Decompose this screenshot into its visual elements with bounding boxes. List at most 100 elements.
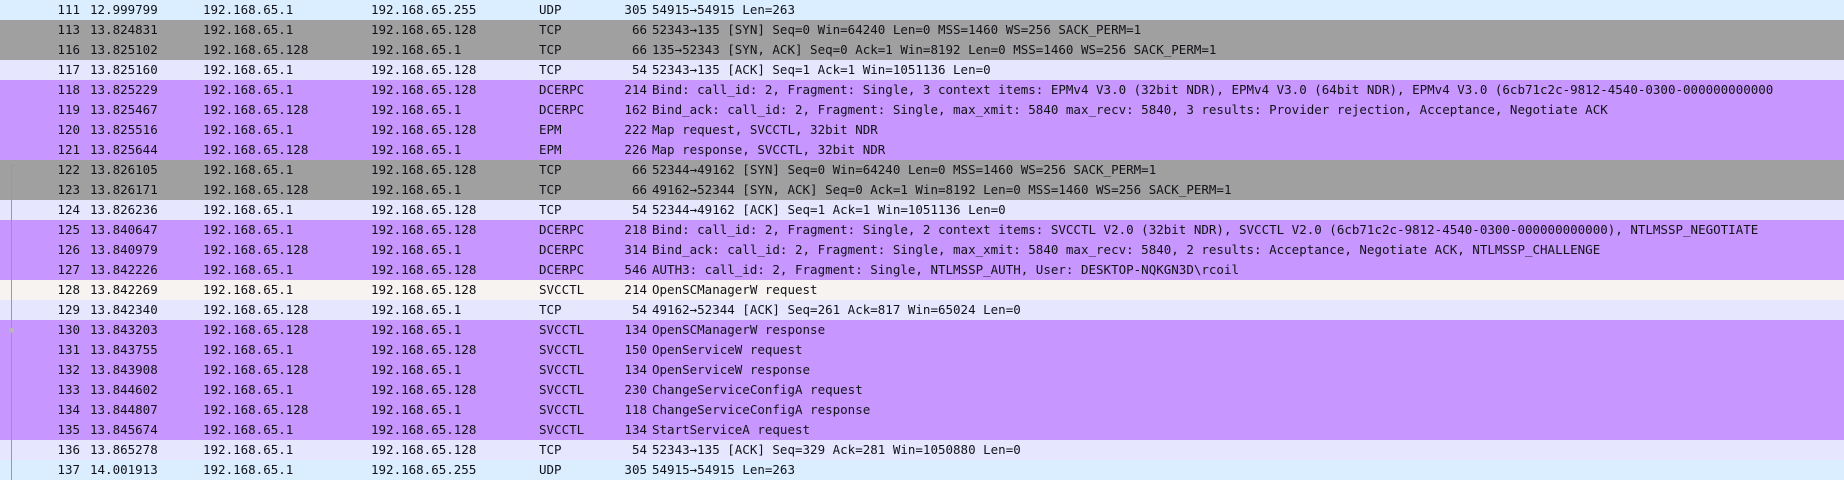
packet-row-117[interactable]: 117 13.825160 192.168.65.1 192.168.65.12… (0, 60, 1844, 80)
packet-info: Bind: call_id: 2, Fragment: Single, 2 co… (652, 222, 1759, 237)
packet-row-125[interactable]: 125 13.840647 192.168.65.1 192.168.65.12… (0, 220, 1844, 240)
packet-destination: 192.168.65.1 (371, 242, 462, 257)
conversation-line (11, 180, 12, 200)
packet-length: 162 (624, 102, 647, 117)
packet-protocol: DCERPC (539, 102, 585, 117)
packet-destination: 192.168.65.128 (371, 22, 477, 37)
packet-source: 192.168.65.1 (203, 162, 294, 177)
packet-source: 192.168.65.1 (203, 382, 294, 397)
packet-time: 14.001913 (90, 462, 158, 477)
packet-info: Map request, SVCCTL, 32bit NDR (652, 122, 878, 137)
packet-row-131[interactable]: 131 13.843755 192.168.65.1 192.168.65.12… (0, 340, 1844, 360)
packet-number: 134 (57, 402, 80, 417)
packet-protocol: SVCCTL (539, 382, 585, 397)
conversation-line (11, 200, 12, 220)
packet-number: 113 (57, 22, 80, 37)
packet-row-127[interactable]: 127 13.842226 192.168.65.1 192.168.65.12… (0, 260, 1844, 280)
conversation-gutter (0, 360, 16, 380)
packet-time: 13.840979 (90, 242, 158, 257)
packet-number: 122 (57, 162, 80, 177)
packet-source: 192.168.65.128 (203, 242, 309, 257)
packet-protocol: DCERPC (539, 262, 585, 277)
packet-number: 132 (57, 362, 80, 377)
conversation-gutter (0, 180, 16, 200)
packet-number: 125 (57, 222, 80, 237)
conversation-gutter (0, 160, 17, 180)
packet-length: 305 (624, 2, 647, 17)
packet-row-130[interactable]: 130 13.843203 192.168.65.128 192.168.65.… (0, 320, 1844, 340)
packet-row-128[interactable]: 128 13.842269 192.168.65.1 192.168.65.12… (0, 280, 1844, 300)
packet-destination: 192.168.65.1 (371, 302, 462, 317)
packet-length: 305 (624, 462, 647, 477)
packet-row-121[interactable]: 121 13.825644 192.168.65.128 192.168.65.… (0, 140, 1844, 160)
packet-number: 117 (57, 62, 80, 77)
conversation-gutter (0, 0, 16, 20)
packet-number: 116 (57, 42, 80, 57)
packet-row-111[interactable]: 111 12.999799 192.168.65.1 192.168.65.25… (0, 0, 1844, 20)
packet-number: 133 (57, 382, 80, 397)
conversation-gutter (0, 440, 16, 460)
packet-row-136[interactable]: 136 13.865278 192.168.65.1 192.168.65.12… (0, 440, 1844, 460)
packet-row-134[interactable]: 134 13.844807 192.168.65.128 192.168.65.… (0, 400, 1844, 420)
packet-source: 192.168.65.128 (203, 322, 309, 337)
conversation-line (11, 300, 12, 320)
packet-length: 134 (624, 422, 647, 437)
packet-number: 128 (57, 282, 80, 297)
packet-row-118[interactable]: 118 13.825229 192.168.65.1 192.168.65.12… (0, 80, 1844, 100)
packet-row-124[interactable]: 124 13.826236 192.168.65.1 192.168.65.12… (0, 200, 1844, 220)
packet-time: 12.999799 (90, 2, 158, 17)
packet-row-132[interactable]: 132 13.843908 192.168.65.128 192.168.65.… (0, 360, 1844, 380)
packet-row-123[interactable]: 123 13.826171 192.168.65.128 192.168.65.… (0, 180, 1844, 200)
packet-length: 226 (624, 142, 647, 157)
packet-time: 13.845674 (90, 422, 158, 437)
packet-info: OpenServiceW request (652, 342, 803, 357)
packet-row-137[interactable]: 137 14.001913 192.168.65.1 192.168.65.25… (0, 460, 1844, 480)
packet-number: 127 (57, 262, 80, 277)
packet-info: 54915→54915 Len=263 (652, 462, 795, 477)
packet-row-133[interactable]: 133 13.844602 192.168.65.1 192.168.65.12… (0, 380, 1844, 400)
conversation-gutter (0, 280, 16, 300)
packet-source: 192.168.65.1 (203, 22, 294, 37)
packet-time: 13.843908 (90, 362, 158, 377)
conversation-gutter (0, 220, 16, 240)
packet-source: 192.168.65.1 (203, 462, 294, 477)
packet-row-116[interactable]: 116 13.825102 192.168.65.128 192.168.65.… (0, 40, 1844, 60)
packet-row-120[interactable]: 120 13.825516 192.168.65.1 192.168.65.12… (0, 120, 1844, 140)
packet-source: 192.168.65.128 (203, 362, 309, 377)
packet-protocol: TCP (539, 182, 562, 197)
packet-number: 136 (57, 442, 80, 457)
conversation-line (11, 400, 12, 420)
conversation-gutter (0, 340, 16, 360)
packet-time: 13.840647 (90, 222, 158, 237)
conversation-gutter (0, 40, 16, 60)
packet-destination: 192.168.65.128 (371, 262, 477, 277)
packet-length: 546 (624, 262, 647, 277)
packet-source: 192.168.65.128 (203, 302, 309, 317)
packet-length: 54 (631, 62, 647, 77)
packet-source: 192.168.65.1 (203, 82, 294, 97)
packet-row-126[interactable]: 126 13.840979 192.168.65.128 192.168.65.… (0, 240, 1844, 260)
packet-source: 192.168.65.1 (203, 62, 294, 77)
packet-length: 214 (624, 82, 647, 97)
packet-row-122[interactable]: 122 13.826105 192.168.65.1 192.168.65.12… (0, 160, 1844, 180)
packet-time: 13.825644 (90, 142, 158, 157)
packet-info: 52343→135 [SYN] Seq=0 Win=64240 Len=0 MS… (652, 22, 1142, 37)
packet-row-119[interactable]: 119 13.825467 192.168.65.128 192.168.65.… (0, 100, 1844, 120)
packet-length: 66 (631, 42, 647, 57)
packet-row-113[interactable]: 113 13.824831 192.168.65.1 192.168.65.12… (0, 20, 1844, 40)
packet-row-135[interactable]: 135 13.845674 192.168.65.1 192.168.65.12… (0, 420, 1844, 440)
packet-row-129[interactable]: 129 13.842340 192.168.65.128 192.168.65.… (0, 300, 1844, 320)
packet-info: 52343→135 [ACK] Seq=329 Ack=281 Win=1050… (652, 442, 1021, 457)
packet-source: 192.168.65.1 (203, 202, 294, 217)
packet-protocol: SVCCTL (539, 362, 585, 377)
packet-number: 135 (57, 422, 80, 437)
packet-length: 230 (624, 382, 647, 397)
conversation-line (11, 460, 12, 480)
packet-destination: 192.168.65.128 (371, 222, 477, 237)
packet-protocol: SVCCTL (539, 342, 585, 357)
packet-destination: 192.168.65.128 (371, 82, 477, 97)
packet-info: 52344→49162 [ACK] Seq=1 Ack=1 Win=105113… (652, 202, 1006, 217)
packet-source: 192.168.65.1 (203, 262, 294, 277)
packet-length: 54 (631, 302, 647, 317)
packet-source: 192.168.65.1 (203, 422, 294, 437)
